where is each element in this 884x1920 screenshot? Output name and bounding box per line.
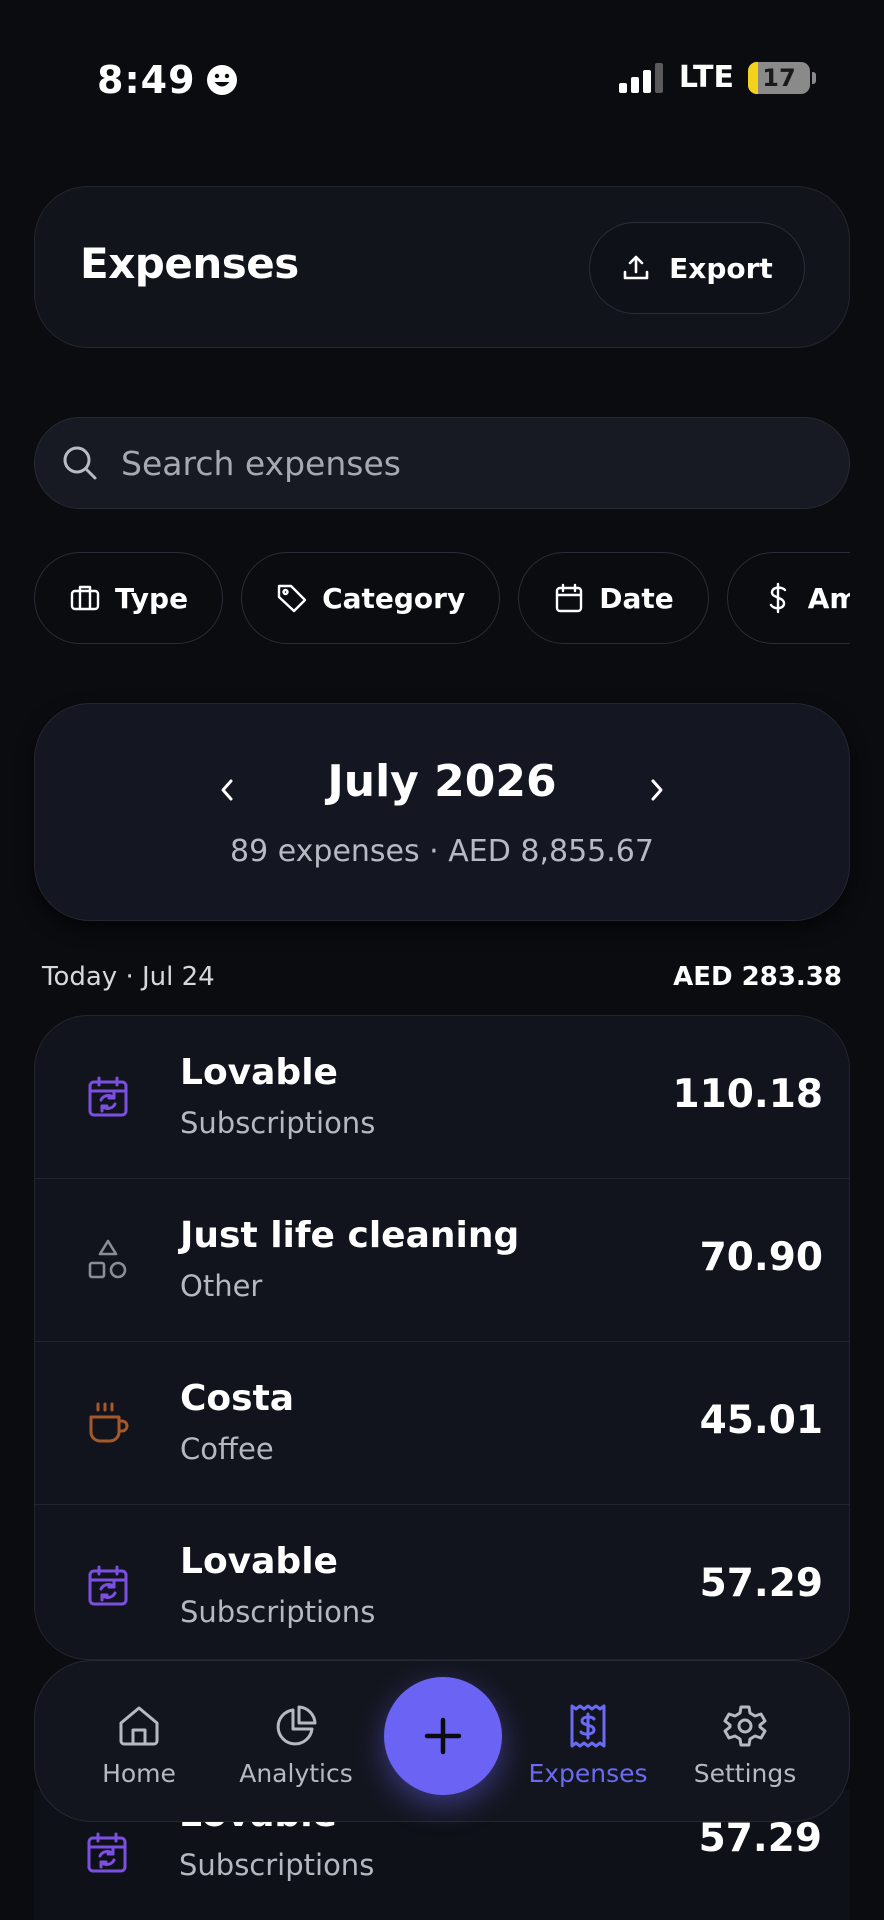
month-selector: July 2026 89 expenses · AED 8,855.67 xyxy=(34,703,850,921)
filter-amount-label: Amo xyxy=(807,581,850,615)
smiley-icon xyxy=(206,65,237,95)
filter-chips: Type Category Date Amo xyxy=(34,552,850,644)
filter-category[interactable]: Category xyxy=(241,552,501,644)
search-input[interactable] xyxy=(121,443,801,483)
receipt-icon xyxy=(570,1704,606,1748)
expense-name: Costa xyxy=(180,1378,295,1419)
expense-amount: 70.90 xyxy=(699,1235,823,1280)
filter-date-label: Date xyxy=(599,581,674,615)
expense-row[interactable]: Just life cleaning Other 70.90 xyxy=(35,1179,849,1342)
expense-category: Other xyxy=(180,1269,263,1303)
partial-row-category: Subscriptions xyxy=(179,1848,375,1882)
nav-expenses-label: Expenses xyxy=(528,1759,648,1788)
export-button[interactable]: Export xyxy=(589,222,805,314)
expense-amount: 110.18 xyxy=(672,1072,824,1117)
add-expense-button[interactable] xyxy=(384,1677,502,1795)
nav-settings-label: Settings xyxy=(693,1759,797,1788)
nav-expenses[interactable]: Expenses xyxy=(513,1703,663,1788)
tag-icon xyxy=(277,584,307,613)
nav-home[interactable]: Home xyxy=(64,1703,214,1788)
month-title: July 2026 xyxy=(327,756,557,807)
status-bar: 8:49 LTE 17 xyxy=(0,0,884,160)
expense-category: Subscriptions xyxy=(180,1595,376,1629)
status-indicators: LTE 17 xyxy=(618,60,816,95)
bottom-navigation: Home Analytics Expenses Settings xyxy=(34,1660,850,1822)
upload-icon xyxy=(623,255,649,280)
calendar-icon xyxy=(556,583,583,613)
filter-amount[interactable]: Amo xyxy=(726,552,850,644)
page-title: Expenses xyxy=(80,239,299,288)
calendar-repeat-icon xyxy=(88,1565,128,1606)
signal-icon xyxy=(618,62,663,93)
pie-chart-icon xyxy=(276,1705,317,1746)
export-label: Export xyxy=(669,251,773,285)
network-type: LTE xyxy=(678,60,734,95)
filter-type-label: Type xyxy=(115,581,189,615)
nav-settings[interactable]: Settings xyxy=(670,1703,820,1788)
coffee-icon xyxy=(89,1402,129,1443)
day-group-total: AED 283.38 xyxy=(673,962,842,992)
search-icon xyxy=(63,446,97,480)
expense-name: Lovable xyxy=(180,1052,338,1093)
search-bar[interactable] xyxy=(34,417,850,509)
expense-amount: 45.01 xyxy=(699,1398,823,1443)
status-time: 8:49 xyxy=(97,58,238,102)
expense-row[interactable]: Lovable Subscriptions 110.18 xyxy=(35,1016,849,1179)
filter-category-label: Category xyxy=(322,581,466,615)
dollar-icon xyxy=(769,582,786,614)
expense-row[interactable]: Lovable Subscriptions 57.29 xyxy=(35,1505,849,1659)
header-card: Expenses Export xyxy=(34,186,850,348)
filter-type[interactable]: Type xyxy=(34,552,224,644)
battery-icon: 17 xyxy=(748,61,810,94)
home-icon xyxy=(119,1706,159,1746)
battery-level: 17 xyxy=(762,63,796,92)
partial-row-amount: 57.29 xyxy=(698,1816,822,1861)
month-summary: 89 expenses · AED 8,855.67 xyxy=(230,834,654,869)
next-month-button[interactable] xyxy=(635,768,679,812)
briefcase-icon xyxy=(70,585,100,611)
expense-row[interactable]: Costa Coffee 45.01 xyxy=(35,1342,849,1505)
filter-date[interactable]: Date xyxy=(518,552,709,644)
nav-analytics[interactable]: Analytics xyxy=(221,1703,371,1788)
nav-home-label: Home xyxy=(102,1759,176,1788)
day-group-label: Today · Jul 24 xyxy=(42,962,215,992)
expense-name: Lovable xyxy=(180,1541,338,1582)
calendar-repeat-icon xyxy=(88,1076,128,1117)
expense-category: Subscriptions xyxy=(180,1106,376,1140)
battery-tip xyxy=(812,71,816,84)
expense-amount: 57.29 xyxy=(699,1561,823,1606)
time-text: 8:49 xyxy=(97,58,196,102)
chevron-right-icon xyxy=(651,779,663,801)
expense-name: Just life cleaning xyxy=(180,1215,520,1256)
expense-list: Lovable Subscriptions 110.18 Just life c… xyxy=(34,1015,850,1660)
expense-category: Coffee xyxy=(180,1432,274,1466)
shapes-icon xyxy=(88,1239,127,1279)
plus-icon xyxy=(424,1717,462,1755)
calendar-repeat-icon xyxy=(87,1832,127,1873)
gear-icon xyxy=(723,1705,767,1747)
nav-analytics-label: Analytics xyxy=(239,1759,353,1788)
